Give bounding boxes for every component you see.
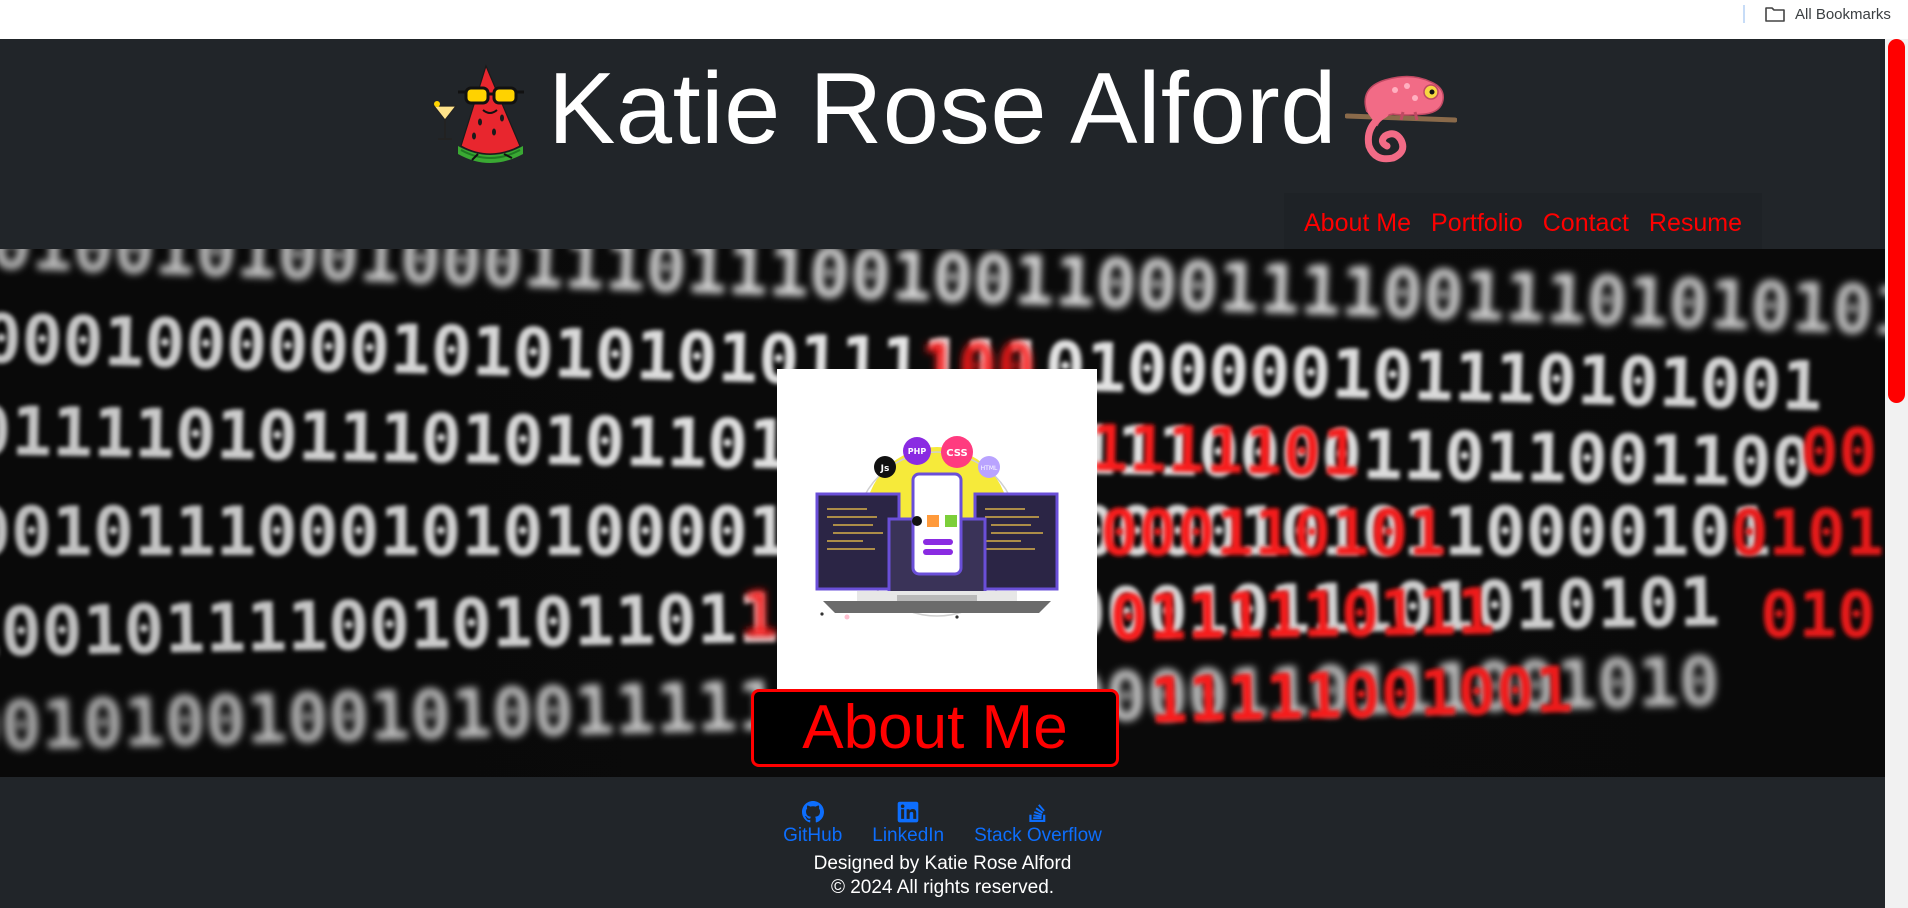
copyright-text: © 2024 All rights reserved. — [830, 877, 1055, 898]
linkedin-link[interactable]: LinkedIn — [872, 801, 944, 847]
linkedin-icon — [897, 801, 919, 823]
stack-overflow-label: Stack Overflow — [974, 825, 1102, 846]
github-icon — [801, 801, 824, 823]
nav-portfolio[interactable]: Portfolio — [1431, 209, 1523, 238]
designed-by-text: Designed by Katie Rose Alford — [813, 853, 1072, 874]
about-me-heading-box: About Me — [751, 689, 1119, 767]
watermelon-with-sunglasses-icon — [432, 64, 525, 163]
bookmarks-bar: All Bookmarks — [0, 0, 1908, 40]
linkedin-label: LinkedIn — [872, 825, 945, 846]
stack-overflow-link[interactable]: Stack Overflow — [974, 801, 1102, 847]
developer-workstation-illustration: Js PHP CSS HTML — [815, 436, 1059, 620]
hero-section: 0100101001000111011100100110001111001110… — [0, 249, 1885, 777]
chameleon-icon — [1344, 75, 1457, 163]
scrollbar-thumb[interactable] — [1888, 39, 1905, 403]
site-title: Katie Rose Alford — [548, 52, 1337, 165]
svg-text:CSS: CSS — [946, 448, 967, 459]
folder-icon — [1765, 7, 1785, 22]
all-bookmarks-button[interactable]: All Bookmarks — [1765, 4, 1891, 24]
profile-image-card: Js PHP CSS HTML — [777, 369, 1097, 689]
site-header: Katie Rose Alford About Me Portfolio Con… — [0, 39, 1885, 253]
main-nav: About Me Portfolio Contact Resume — [1284, 193, 1762, 253]
svg-text:PHP: PHP — [908, 447, 927, 456]
svg-text:HTML: HTML — [981, 465, 998, 472]
nav-resume[interactable]: Resume — [1649, 209, 1742, 238]
svg-text:Js: Js — [880, 464, 890, 474]
about-me-heading: About Me — [802, 693, 1068, 762]
github-link[interactable]: GitHub — [783, 801, 842, 847]
site-footer: GitHub LinkedIn Stack Overflow Designed … — [0, 777, 1885, 908]
page-scrollbar[interactable] — [1885, 39, 1908, 908]
nav-contact[interactable]: Contact — [1543, 209, 1629, 238]
stack-overflow-icon — [1029, 804, 1046, 823]
bookmarks-divider — [1743, 5, 1745, 23]
social-links: GitHub LinkedIn Stack Overflow — [0, 801, 1885, 847]
all-bookmarks-label: All Bookmarks — [1795, 5, 1891, 23]
nav-about-me[interactable]: About Me — [1304, 209, 1411, 238]
title-row: Katie Rose Alford — [0, 39, 1885, 179]
github-label: GitHub — [783, 825, 843, 846]
page: Katie Rose Alford About Me Portfolio Con… — [0, 39, 1885, 908]
